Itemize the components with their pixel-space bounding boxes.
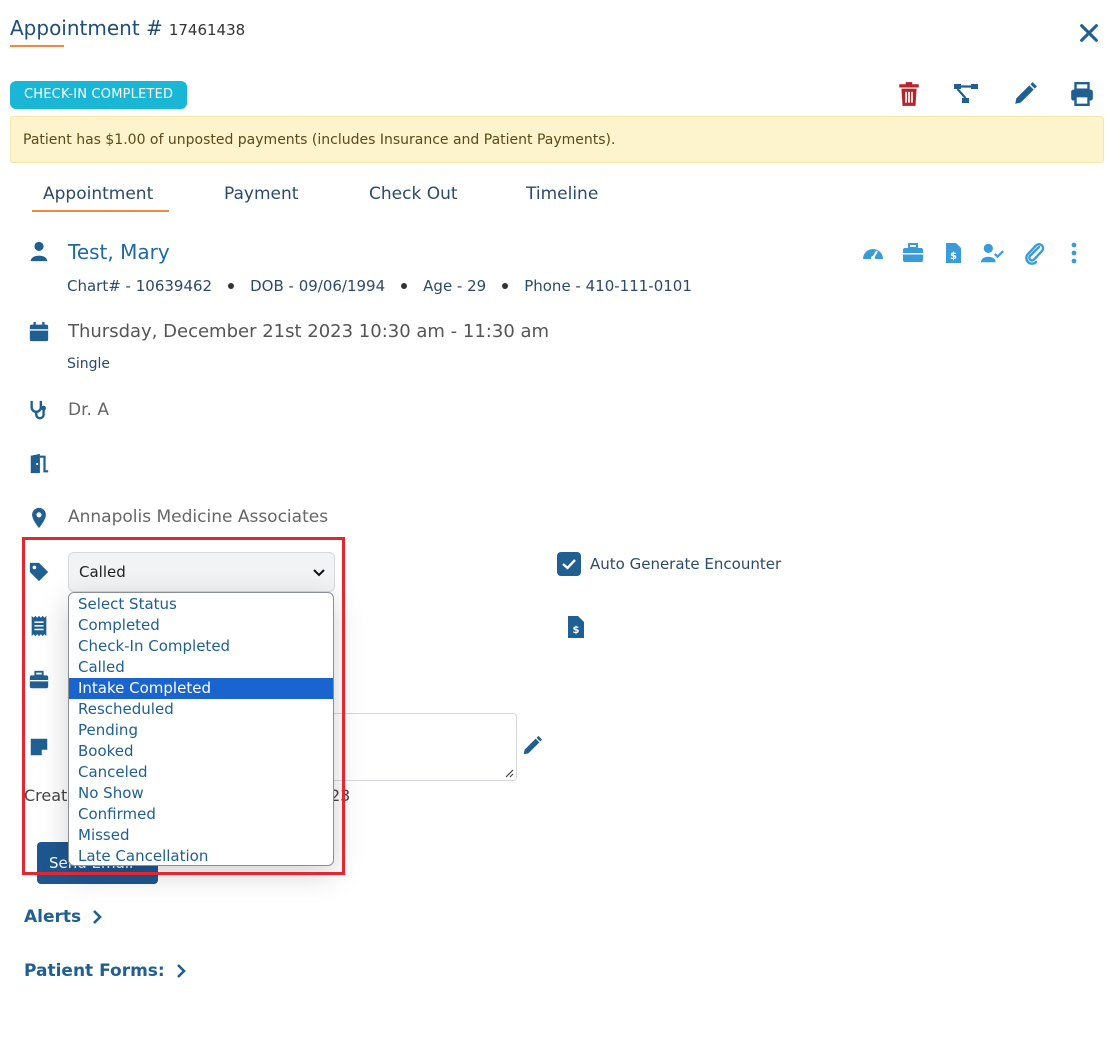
unposted-payments-alert: Patient has $1.00 of unposted payments (… [10, 116, 1104, 163]
provider-name: Dr. A [68, 400, 109, 420]
status-badge: CHECK-IN COMPLETED [10, 81, 188, 109]
highlight-box [22, 537, 345, 875]
auto-generate-checkbox[interactable] [557, 552, 581, 576]
tab-payment[interactable]: Payment [224, 184, 298, 204]
map-marker-icon [32, 507, 46, 529]
chart-number: Chart# - 10639462 [67, 277, 213, 295]
edit-notes-pencil-icon[interactable] [521, 735, 543, 757]
patient-forms-label: Patient Forms: [24, 961, 165, 981]
user-icon [30, 241, 48, 262]
billing-document-icon[interactable]: $ [941, 241, 965, 265]
age: Age - 29 [423, 277, 487, 295]
patient-meta: Chart# - 10639462 DOB - 09/06/1994 Age -… [67, 277, 692, 295]
dashboard-gauge-icon[interactable] [861, 241, 885, 265]
more-vertical-icon[interactable] [1062, 241, 1086, 265]
svg-text:$: $ [573, 625, 580, 636]
chevron-right-icon [176, 964, 186, 978]
chevron-right-icon [93, 910, 102, 924]
tab-appointment[interactable]: Appointment [43, 184, 153, 204]
dob: DOB - 09/06/1994 [250, 277, 386, 295]
alerts-link[interactable]: Alerts [24, 907, 103, 927]
location-name: Annapolis Medicine Associates [68, 507, 329, 527]
appointment-number: 17461438 [168, 21, 246, 39]
edit-pencil-icon[interactable] [1012, 81, 1038, 107]
stethoscope-icon [30, 400, 46, 420]
tab-timeline[interactable]: Timeline [526, 184, 598, 204]
appointment-datetime: Thursday, December 21st 2023 10:30 am - … [68, 321, 550, 342]
svg-text:$: $ [950, 251, 957, 262]
briefcase-icon[interactable] [901, 241, 925, 265]
patient-name[interactable]: Test, Mary [68, 240, 170, 264]
trash-icon[interactable] [896, 81, 922, 107]
resize-handle-icon[interactable] [504, 768, 514, 778]
phone: Phone - 410-111-0101 [524, 277, 692, 295]
active-tab-underline [32, 210, 169, 212]
billing-document-icon[interactable]: $ [566, 615, 586, 639]
check-icon [562, 559, 576, 570]
page-title: Appointment # 17461438 [10, 16, 245, 40]
door-icon [30, 453, 49, 474]
auto-generate-label: Auto Generate Encounter [590, 555, 782, 573]
print-icon[interactable] [1069, 81, 1095, 107]
paperclip-icon[interactable] [1023, 241, 1047, 265]
title-text: Appointment # [10, 16, 163, 40]
tab-check-out[interactable]: Check Out [369, 184, 458, 204]
close-icon[interactable] [1078, 22, 1100, 44]
appointment-type: Single [67, 356, 111, 372]
alerts-label: Alerts [24, 907, 82, 927]
user-check-icon[interactable] [980, 241, 1004, 265]
title-underline [10, 45, 64, 47]
hierarchy-icon[interactable] [953, 81, 979, 107]
calendar-icon [29, 321, 49, 342]
patient-forms-link[interactable]: Patient Forms: [24, 961, 187, 981]
